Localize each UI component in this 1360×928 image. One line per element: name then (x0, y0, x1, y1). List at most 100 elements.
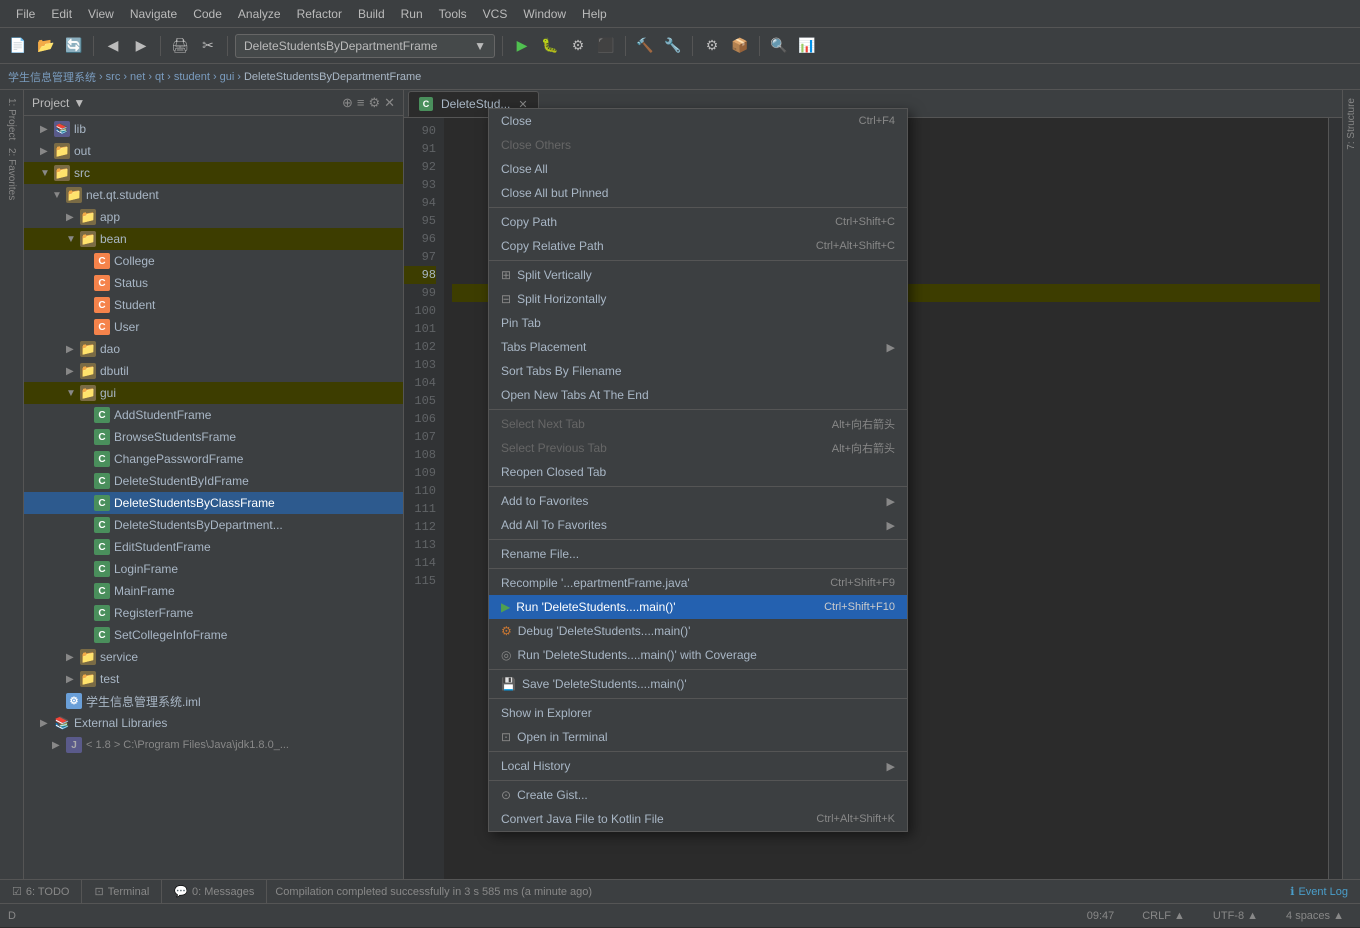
menu-tools[interactable]: Tools (431, 5, 475, 23)
forward-btn[interactable]: ▶ (129, 34, 153, 58)
tree-item-netqtstudent[interactable]: ▼ 📁 net.qt.student (24, 184, 403, 206)
sidebar-project-btn[interactable]: 1: Project (6, 94, 17, 144)
breadcrumb-qt[interactable]: qt (155, 71, 164, 83)
collapse-icon[interactable]: ≡ (357, 95, 365, 111)
search-btn[interactable]: 🔍 (767, 34, 791, 58)
tree-item-student[interactable]: C Student (24, 294, 403, 316)
ctx-split-h[interactable]: ⊟Split Horizontally (489, 287, 907, 311)
ctx-reopen[interactable]: Reopen Closed Tab (489, 460, 907, 484)
ctx-add-all-fav[interactable]: Add All To Favorites ▶ (489, 513, 907, 537)
ctx-close-pinned[interactable]: Close All but Pinned (489, 181, 907, 205)
ctx-save[interactable]: 💾Save 'DeleteStudents....main()' (489, 672, 907, 696)
breadcrumb-root[interactable]: 学生信息管理系统 (8, 69, 96, 85)
cut-btn[interactable]: ✂ (196, 34, 220, 58)
run-btn[interactable]: ▶ (510, 34, 534, 58)
rebuild-btn[interactable]: 🔧 (661, 34, 685, 58)
tree-item-app[interactable]: ▶ 📁 app (24, 206, 403, 228)
status-indent[interactable]: 4 spaces ▲ (1278, 904, 1352, 928)
new-file-btn[interactable]: 📄 (6, 34, 30, 58)
ctx-sort-tabs[interactable]: Sort Tabs By Filename (489, 359, 907, 383)
ctx-copy-rel-path[interactable]: Copy Relative Path Ctrl+Alt+Shift+C (489, 234, 907, 258)
menu-refactor[interactable]: Refactor (289, 5, 350, 23)
settings-btn[interactable]: ⚙ (700, 34, 724, 58)
menu-window[interactable]: Window (515, 5, 574, 23)
tree-item-browsestudents[interactable]: C BrowseStudentsFrame (24, 426, 403, 448)
ctx-add-fav[interactable]: Add to Favorites ▶ (489, 489, 907, 513)
tree-item-setcollegeinfo[interactable]: C SetCollegeInfoFrame (24, 624, 403, 646)
ctx-split-v[interactable]: ⊞Split Vertically (489, 263, 907, 287)
ctx-recompile[interactable]: Recompile '...epartmentFrame.java' Ctrl+… (489, 571, 907, 595)
ctx-pin-tab[interactable]: Pin Tab (489, 311, 907, 335)
tree-item-changepassword[interactable]: C ChangePasswordFrame (24, 448, 403, 470)
right-scrollbar[interactable] (1328, 118, 1342, 879)
ctx-debug[interactable]: ⚙Debug 'DeleteStudents....main()' (489, 619, 907, 643)
tree-item-addstudent[interactable]: C AddStudentFrame (24, 404, 403, 426)
tree-item-gui[interactable]: ▼ 📁 gui (24, 382, 403, 404)
status-encoding[interactable]: UTF-8 ▲ (1205, 904, 1266, 928)
messages-tab[interactable]: 💬 0: Messages (162, 880, 267, 904)
breadcrumb-student[interactable]: student (174, 71, 210, 83)
build-btn[interactable]: 🔨 (633, 34, 657, 58)
ctx-open-terminal[interactable]: ⊡Open in Terminal (489, 725, 907, 749)
todo-tab[interactable]: ☑ 6: TODO (0, 880, 82, 904)
ctx-convert-kotlin[interactable]: Convert Java File to Kotlin File Ctrl+Al… (489, 807, 907, 831)
tree-item-extlibs[interactable]: ▶ 📚 External Libraries (24, 712, 403, 734)
tree-item-dbutil[interactable]: ▶ 📁 dbutil (24, 360, 403, 382)
tree-item-user[interactable]: C User (24, 316, 403, 338)
menu-code[interactable]: Code (185, 5, 230, 23)
settings-icon[interactable]: ⚙ (368, 95, 380, 111)
locate-icon[interactable]: ⊕ (342, 95, 353, 111)
tree-item-out[interactable]: ▶ 📁 out (24, 140, 403, 162)
tree-item-iml[interactable]: ⚙ 学生信息管理系统.iml (24, 690, 403, 712)
tree-item-status[interactable]: C Status (24, 272, 403, 294)
print-btn[interactable]: 🖨 (168, 34, 192, 58)
breadcrumb-gui[interactable]: gui (220, 71, 235, 83)
tree-item-editstudent[interactable]: C EditStudentFrame (24, 536, 403, 558)
breadcrumb-net[interactable]: net (130, 71, 145, 83)
status-crlf[interactable]: CRLF ▲ (1134, 904, 1193, 928)
tree-item-dao[interactable]: ▶ 📁 dao (24, 338, 403, 360)
terminal-tab[interactable]: ⊡ Terminal (82, 880, 162, 904)
run-config-dropdown[interactable]: DeleteStudentsByDepartmentFrame ▼ (235, 34, 495, 58)
back-btn[interactable]: ◀ (101, 34, 125, 58)
tree-item-register[interactable]: C RegisterFrame (24, 602, 403, 624)
tree-item-mainframe[interactable]: C MainFrame (24, 580, 403, 602)
menu-build[interactable]: Build (350, 5, 393, 23)
ctx-close-all[interactable]: Close All (489, 157, 907, 181)
tree-item-deletestudentsbyclass[interactable]: C DeleteStudentsByClassFrame (24, 492, 403, 514)
breadcrumb-src[interactable]: src (106, 71, 121, 83)
structure-sidebar-label[interactable]: 7: Structure (1346, 94, 1357, 154)
tree-item-college[interactable]: C College (24, 250, 403, 272)
ctx-close[interactable]: Close Ctrl+F4 (489, 109, 907, 133)
menu-edit[interactable]: Edit (43, 5, 80, 23)
tree-item-bean[interactable]: ▼ 📁 bean (24, 228, 403, 250)
tree-item-jdk[interactable]: ▶ J < 1.8 > C:\Program Files\Java\jdk1.8… (24, 734, 403, 756)
sidebar-favorites-btn[interactable]: 2: Favorites (6, 144, 17, 204)
coverage-btn[interactable]: ⚙ (566, 34, 590, 58)
debug-btn[interactable]: 🐛 (538, 34, 562, 58)
ctx-rename[interactable]: Rename File... (489, 542, 907, 566)
tree-item-service[interactable]: ▶ 📁 service (24, 646, 403, 668)
ctx-run[interactable]: ▶Run 'DeleteStudents....main()' Ctrl+Shi… (489, 595, 907, 619)
ctx-local-history[interactable]: Local History ▶ (489, 754, 907, 778)
ctx-tabs-placement[interactable]: Tabs Placement ▶ (489, 335, 907, 359)
sdk-btn[interactable]: 📦 (728, 34, 752, 58)
ctx-show-explorer[interactable]: Show in Explorer (489, 701, 907, 725)
menu-analyze[interactable]: Analyze (230, 5, 289, 23)
event-log-button[interactable]: ℹ Event Log (1278, 880, 1360, 904)
menu-view[interactable]: View (80, 5, 122, 23)
tree-item-test[interactable]: ▶ 📁 test (24, 668, 403, 690)
menu-navigate[interactable]: Navigate (122, 5, 185, 23)
tree-item-src[interactable]: ▼ 📁 src (24, 162, 403, 184)
extra-btn[interactable]: 📊 (795, 34, 819, 58)
stop-btn[interactable]: ⬛ (594, 34, 618, 58)
menu-help[interactable]: Help (574, 5, 615, 23)
ctx-run-coverage[interactable]: ◎Run 'DeleteStudents....main()' with Cov… (489, 643, 907, 667)
tree-item-lib[interactable]: ▶ 📚 lib (24, 118, 403, 140)
menu-vcs[interactable]: VCS (475, 5, 516, 23)
tree-item-deletestudentbyid[interactable]: C DeleteStudentByIdFrame (24, 470, 403, 492)
ctx-open-new-end[interactable]: Open New Tabs At The End (489, 383, 907, 407)
menu-run[interactable]: Run (393, 5, 431, 23)
ctx-create-gist[interactable]: ⊙Create Gist... (489, 783, 907, 807)
ctx-copy-path[interactable]: Copy Path Ctrl+Shift+C (489, 210, 907, 234)
